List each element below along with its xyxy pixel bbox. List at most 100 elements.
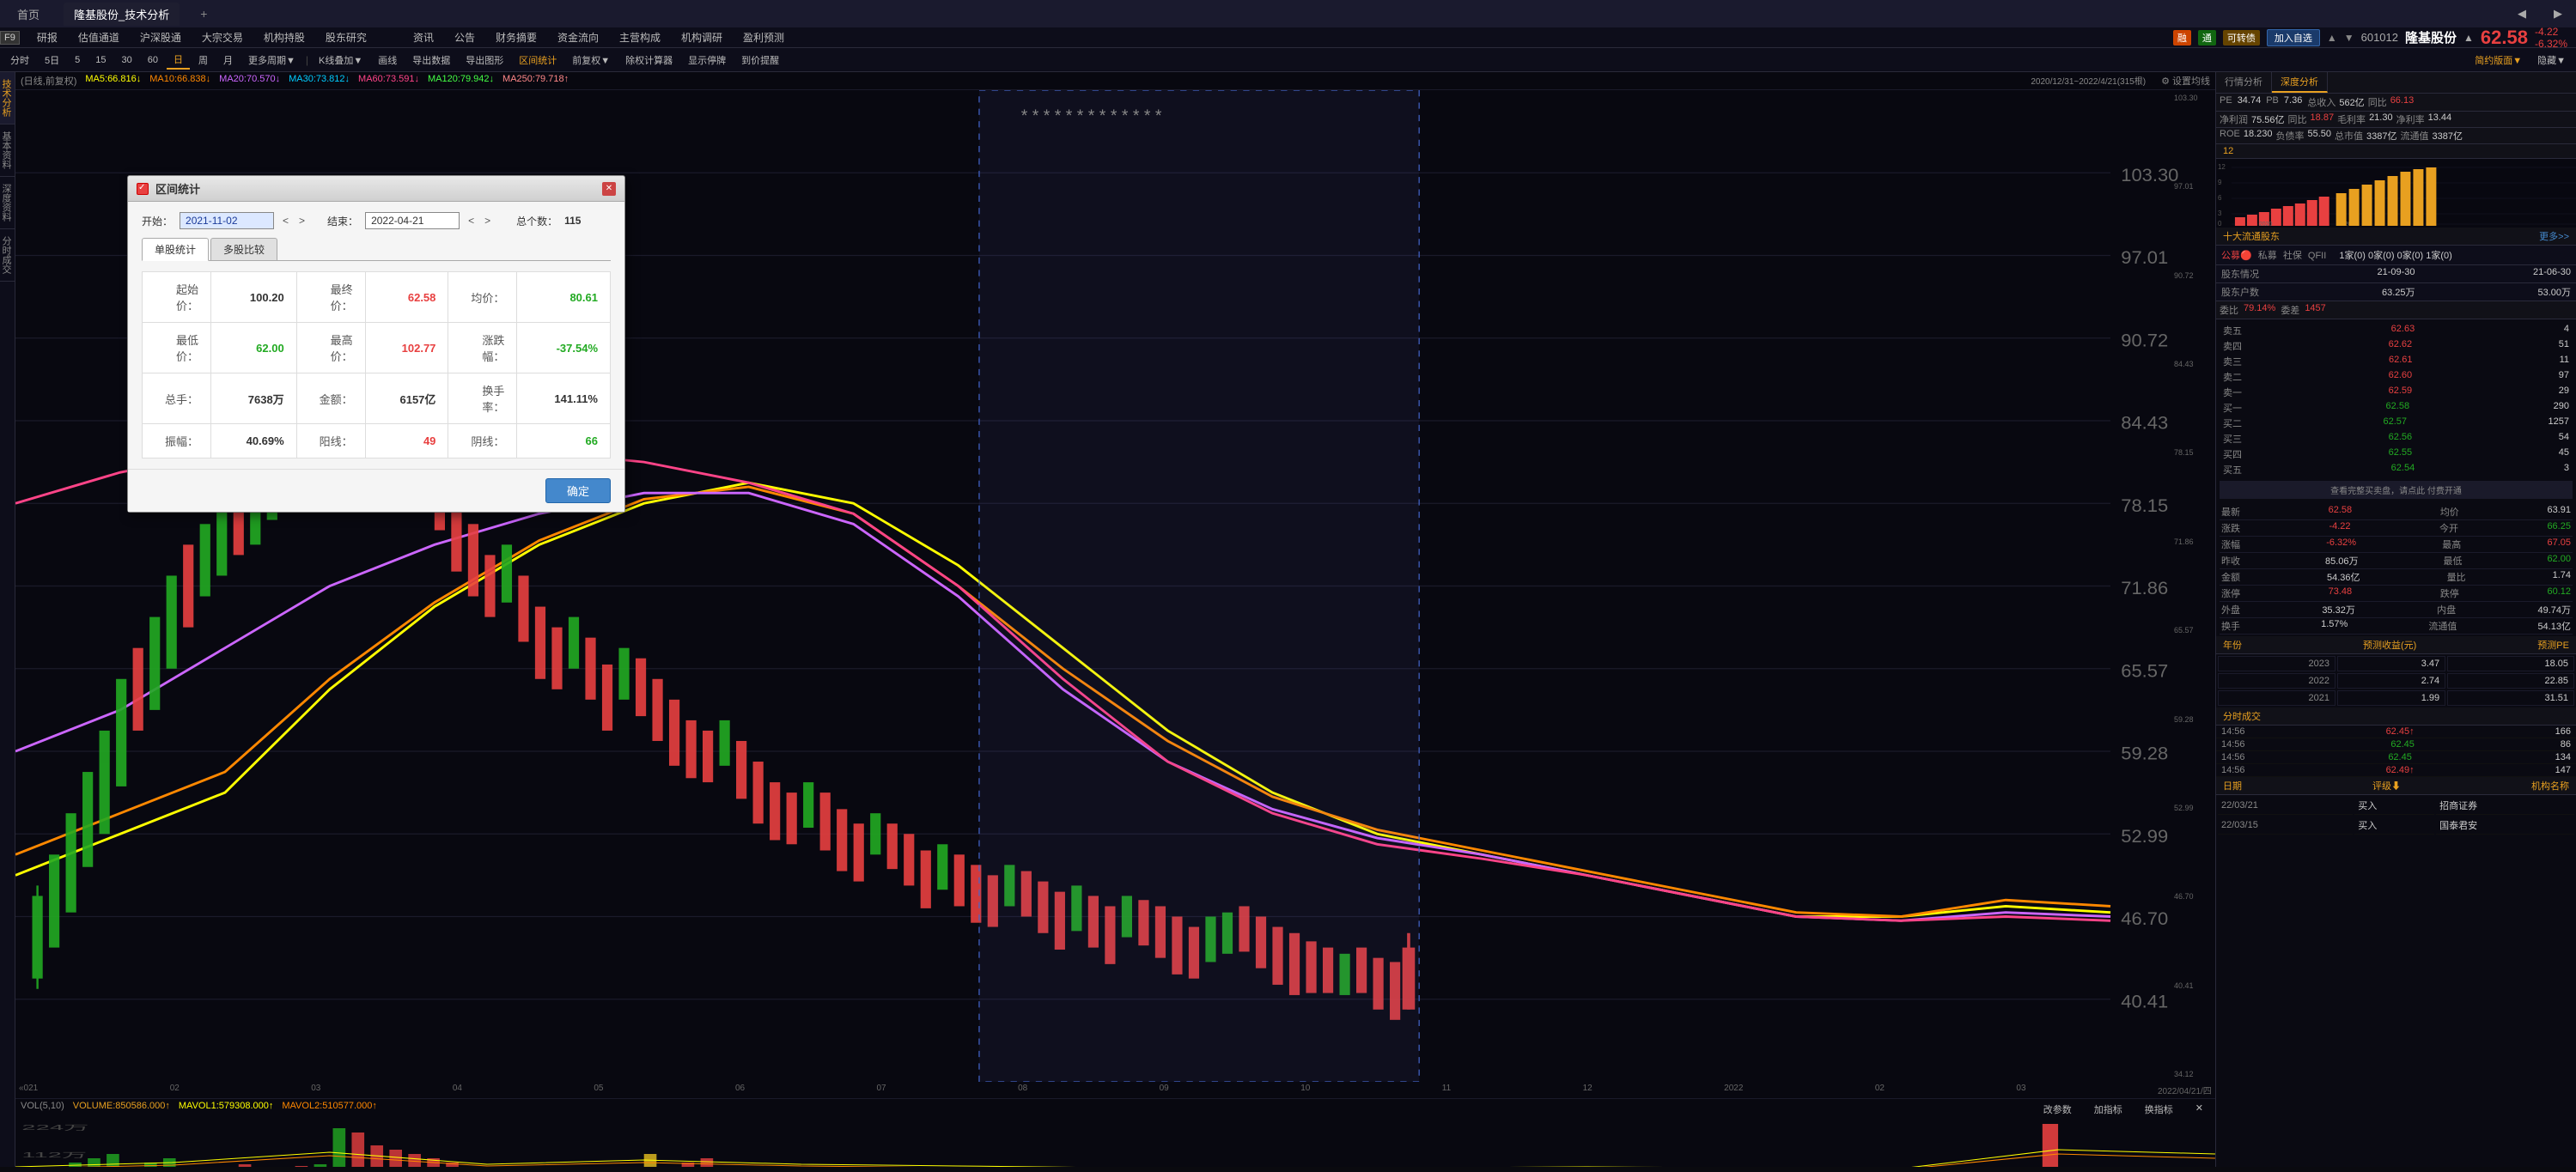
shareholder-date2: 21-06-30	[2533, 267, 2571, 281]
nav-hushen[interactable]: 沪深股通	[130, 27, 192, 48]
arrow-down-icon[interactable]: ▼	[2344, 32, 2354, 44]
revenue-yoy-label: 同比	[2368, 95, 2387, 109]
nav-block-trade[interactable]: 大宗交易	[192, 27, 253, 48]
btn-hide[interactable]: 隐藏▼	[2530, 52, 2573, 69]
trade-price-3: 62.45	[2388, 752, 2412, 762]
nav-research[interactable]: 研报	[27, 27, 68, 48]
nav-main-biz[interactable]: 主营构成	[609, 27, 671, 48]
inst-rating-2: 买入	[2354, 817, 2434, 835]
btn-kline-overlay[interactable]: K线叠加▼	[312, 52, 369, 69]
tab-market-analysis[interactable]: 行情分析	[2216, 72, 2272, 93]
nav-financial[interactable]: 财务摘要	[485, 27, 547, 48]
btn-export-data[interactable]: 导出数据	[405, 52, 457, 69]
nav-inst-research[interactable]: 机构调研	[671, 27, 733, 48]
btn-ex-calc[interactable]: 除权计算器	[618, 52, 679, 69]
timeframe-15[interactable]: 15	[88, 53, 113, 67]
forecast-row-2021: 2021 1.99 31.51	[2218, 690, 2574, 706]
nav-valuation[interactable]: 估值通道	[68, 27, 130, 48]
social-security-tag[interactable]: 社保	[2283, 251, 2302, 261]
dialog-close-btn[interactable]: ✕	[602, 182, 616, 196]
btn-tong[interactable]: 通	[2198, 30, 2216, 46]
btn-rong[interactable]: 融	[2173, 30, 2191, 46]
nav-news[interactable]: 资讯	[403, 27, 444, 48]
left-tab-basic[interactable]: 基本资料	[0, 124, 15, 177]
btn-show-suspend[interactable]: 显示停牌	[681, 52, 733, 69]
sell-4-row: 卖四 62.62 51	[2220, 338, 2573, 354]
left-tab-time[interactable]: 分时成交	[0, 229, 15, 282]
nav-shareholder[interactable]: 股东研究	[315, 27, 377, 48]
new-tab-btn[interactable]: +	[193, 3, 214, 24]
btn-convertible[interactable]: 可转债	[2223, 30, 2260, 46]
end-prev-btn[interactable]: <	[466, 215, 476, 227]
confirm-button[interactable]: 确定	[545, 478, 611, 503]
btn-draw[interactable]: 画线	[371, 52, 404, 69]
pe-value: 34.74	[2238, 95, 2262, 109]
roe-bar: ROE 18.230 负债率 55.50 总市值 3387亿 流通值 3387亿	[2216, 128, 2576, 144]
forward-btn[interactable]: ▶	[2547, 3, 2569, 24]
timeframe-month[interactable]: 月	[216, 52, 240, 69]
right-panel: 行情分析 深度分析 PE 34.74 PB 7.36 总收入 562亿 同比 6…	[2215, 72, 2576, 1167]
info-row-7: 外盘35.32万 内盘49.74万	[2220, 602, 2573, 618]
timeframe-week[interactable]: 周	[192, 52, 215, 69]
start-prev-btn[interactable]: <	[281, 215, 290, 227]
tab-multi-stock[interactable]: 多股比较	[210, 238, 277, 260]
private-tag[interactable]: 私募	[2258, 251, 2277, 261]
tab-active[interactable]: 隆基股份_技术分析	[64, 3, 180, 26]
end-date-input[interactable]	[365, 212, 460, 229]
timeframe-5day[interactable]: 5日	[38, 52, 66, 69]
main-layout: 技术分析 基本资料 深度资料 分时成交 (日线,前复权) MA5:66.816↓…	[0, 72, 2576, 1167]
nav-inst-holding[interactable]: 机构持股	[253, 27, 315, 48]
f9-badge[interactable]: F9	[0, 31, 20, 45]
dialog-tabs: 单股统计 多股比较	[142, 238, 611, 261]
fund-tag[interactable]: 公募🔴	[2221, 251, 2252, 261]
timeframe-5[interactable]: 5	[68, 53, 87, 67]
nav-profit-forecast[interactable]: 盈利预测	[733, 27, 795, 48]
shareholder-dates: 股东情况 21-09-30 21-06-30	[2216, 265, 2576, 283]
btn-export-chart[interactable]: 导出图形	[459, 52, 510, 69]
timeframe-more[interactable]: 更多周期▼	[241, 52, 302, 69]
roe-label: ROE	[2220, 129, 2240, 143]
tab-deep-analysis[interactable]: 深度分析	[2272, 72, 2328, 93]
left-tab-technical[interactable]: 技术分析	[0, 72, 15, 124]
info-row-3: 涨幅-6.32% 最高67.05	[2220, 537, 2573, 553]
forecast-year-2022: 2022	[2218, 673, 2335, 689]
svg-text:2020: 2020	[2259, 222, 2273, 228]
view-full-book-banner[interactable]: 查看完整买卖盘，请点此 付费开通	[2220, 481, 2573, 499]
btn-watchlist[interactable]: 加入自选	[2267, 29, 2320, 46]
dialog-footer: 确定	[128, 469, 624, 512]
back-btn[interactable]: ◀	[2511, 3, 2533, 24]
start-next-btn[interactable]: >	[297, 215, 307, 227]
shareholders-label: 十大流通股东	[2223, 229, 2280, 243]
start-date-input[interactable]	[180, 212, 274, 229]
end-next-btn[interactable]: >	[483, 215, 492, 227]
sell-3-label: 卖三	[2223, 355, 2242, 368]
btn-price-alert[interactable]: 到价提醒	[734, 52, 786, 69]
timeframe-1min[interactable]: 分时	[3, 52, 36, 69]
buy-4-price: 62.55	[2389, 447, 2413, 461]
dialog-overlay: 区间统计 ✕ 开始： < > 结束： < > 总个数：	[15, 72, 2215, 1167]
forecast-table: 2023 3.47 18.05 2022 2.74 22.85 2021 1.9…	[2216, 654, 2576, 707]
btn-interval-stats[interactable]: 区间统计	[512, 52, 563, 69]
arrow-up-icon[interactable]: ▲	[2327, 32, 2337, 44]
tab-home[interactable]: 首页	[7, 3, 50, 26]
shareholders-more[interactable]: 更多>>	[2539, 229, 2569, 243]
btn-ex-rights[interactable]: 前复权▼	[565, 52, 617, 69]
nav-cashflow[interactable]: 资金流向	[547, 27, 609, 48]
label-down-candles: 阴线：	[448, 424, 517, 458]
pe-label: PE	[2220, 95, 2232, 109]
btn-simple-view[interactable]: 简约版面▼	[2468, 52, 2529, 69]
timeframe-60[interactable]: 60	[141, 53, 165, 67]
qfii-tag[interactable]: QFII	[2308, 251, 2326, 261]
trade-time-3: 14:56	[2221, 752, 2245, 762]
tab-single-stock[interactable]: 单股统计	[142, 238, 209, 261]
total-value: 115	[564, 215, 581, 227]
timeframe-day[interactable]: 日	[167, 51, 190, 70]
arrow-up-nav: ▲	[2463, 32, 2474, 44]
nav-notice[interactable]: 公告	[444, 27, 485, 48]
left-tab-depth[interactable]: 深度资料	[0, 177, 15, 229]
info-row-5: 金额54.36亿 量比1.74	[2220, 569, 2573, 586]
float-val-label: 流通值	[2401, 129, 2429, 143]
dialog-checkbox-icon[interactable]	[137, 183, 149, 195]
timeframe-30[interactable]: 30	[115, 53, 139, 67]
inst-ratings-table: 22/03/21 买入 招商证券 22/03/15 买入 国泰君安	[2216, 795, 2576, 836]
